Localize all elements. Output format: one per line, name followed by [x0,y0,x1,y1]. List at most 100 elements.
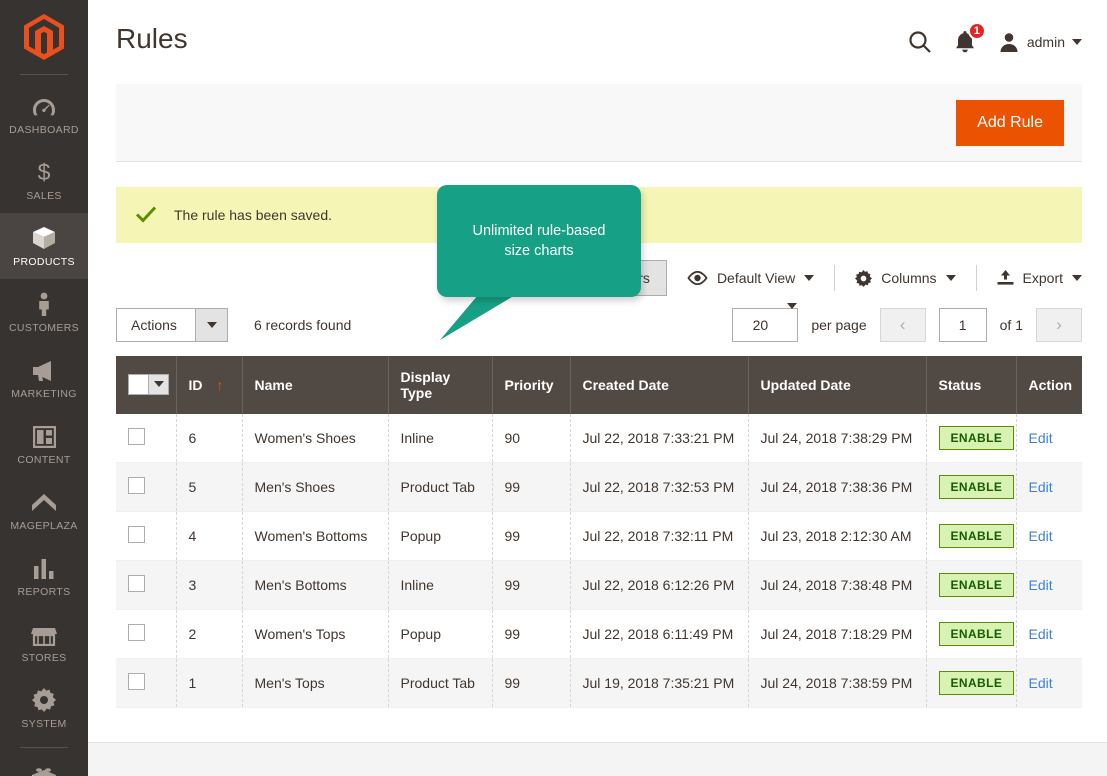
callout-text: Unlimited rule-based size charts [459,221,620,261]
sidebar-item-find-partners[interactable]: FIND PARTNERS & EXTENSIONS [0,754,88,776]
edit-link[interactable]: Edit [1029,626,1053,642]
row-checkbox[interactable] [128,477,145,494]
sidebar-item-marketing[interactable]: MARKETING [0,345,88,411]
sidebar-item-label: REPORTS [17,586,71,598]
row-cell-id: 6 [176,414,243,463]
megaphone-icon [31,356,57,382]
chevron-down-icon[interactable] [148,374,168,394]
sidebar-item-sales[interactable]: $ SALES [0,147,88,213]
sidebar-item-products[interactable]: PRODUCTS [0,213,88,279]
edit-link[interactable]: Edit [1029,528,1053,544]
sidebar-item-label: STORES [21,652,67,664]
sidebar-item-stores[interactable]: STORES [0,609,88,675]
row-checkbox[interactable] [128,575,145,592]
previous-page-button[interactable]: ‹ [879,308,926,342]
sidebar-item-mageplaza[interactable]: MAGEPLAZA [0,477,88,543]
column-header-priority[interactable]: Priority [492,356,571,414]
feature-callout: Unlimited rule-based size charts [437,185,641,297]
row-cell-display-type: Product Tab [388,658,493,708]
sidebar-divider-bottom [20,747,68,748]
sidebar-item-system[interactable]: SYSTEM [0,675,88,741]
row-cell-name: Men's Bottoms [242,560,389,610]
row-checkbox-cell [116,462,177,512]
row-cell-created-date: Jul 22, 2018 6:12:26 PM [570,560,749,610]
row-cell-status: ENABLE [926,462,1017,512]
sidebar-divider-top [20,74,68,75]
edit-link[interactable]: Edit [1029,675,1053,691]
column-header-checkbox[interactable] [116,356,177,414]
header-actions: 1 admin [908,22,1082,54]
box-icon [31,224,57,250]
select-all-dropdown[interactable] [128,373,169,395]
row-cell-id: 3 [176,560,243,610]
row-checkbox-cell [116,609,177,659]
edit-link[interactable]: Edit [1029,577,1053,593]
row-cell-display-type: Inline [388,414,493,463]
next-page-button[interactable]: › [1036,308,1082,342]
row-checkbox[interactable] [128,624,145,641]
default-view-label: Default View [716,270,796,286]
admin-user-menu[interactable]: admin [998,31,1082,53]
column-header-created-date[interactable]: Created Date [570,356,749,414]
table-row: 6 Women's Shoes Inline 90 Jul 22, 2018 7:33:… [116,414,1082,463]
edit-link[interactable]: Edit [1029,479,1053,495]
row-cell-priority: 90 [492,414,571,463]
search-icon[interactable] [908,30,932,54]
notifications-button[interactable]: 1 [954,22,986,54]
row-cell-priority: 99 [492,511,571,561]
current-page-input[interactable] [938,308,987,342]
sidebar-item-dashboard[interactable]: DASHBOARD [0,81,88,147]
columns-selector[interactable]: Columns [835,265,975,291]
rules-grid: ID ↑ Name Display Type Priority Created … [116,356,1082,708]
row-cell-action: Edit [1016,462,1082,512]
row-cell-status: ENABLE [926,560,1017,610]
person-icon [36,290,52,316]
admin-user-name: admin [1026,34,1065,50]
column-header-name[interactable]: Name [242,356,389,414]
page-footer [88,742,1107,776]
per-page-dropdown[interactable]: 20 [732,303,799,342]
row-cell-action: Edit [1016,609,1082,659]
row-checkbox-cell [116,560,177,610]
column-header-updated-date[interactable]: Updated Date [748,356,927,414]
column-header-id[interactable]: ID ↑ [176,356,243,414]
sidebar-item-reports[interactable]: REPORTS [0,543,88,609]
success-message-text: The rule has been saved. [174,207,332,223]
row-cell-name: Men's Shoes [242,462,389,512]
add-rule-button[interactable]: Add Rule [956,99,1064,146]
select-all-checkbox[interactable] [129,374,148,394]
magento-logo[interactable] [0,0,88,74]
row-checkbox[interactable] [128,673,145,690]
gear-icon [32,686,56,712]
actions-dropdown[interactable]: Actions [116,308,228,342]
chevron-down-icon [1072,275,1082,281]
row-cell-priority: 99 [492,658,571,708]
sidebar-item-customers[interactable]: CUSTOMERS [0,279,88,345]
export-selector[interactable]: Export [977,265,1082,291]
row-cell-id: 5 [176,462,243,512]
default-view-selector[interactable]: Default View [667,265,834,291]
row-cell-action: Edit [1016,658,1082,708]
column-header-display-type[interactable]: Display Type [388,356,493,414]
row-cell-name: Women's Bottoms [242,511,389,561]
sidebar-item-label: MAGEPLAZA [10,520,78,532]
column-header-status[interactable]: Status [926,356,1017,414]
row-checkbox-cell [116,414,177,463]
row-cell-created-date: Jul 22, 2018 7:33:21 PM [570,414,749,463]
row-cell-display-type: Product Tab [388,462,493,512]
row-cell-created-date: Jul 19, 2018 7:35:21 PM [570,658,749,708]
row-checkbox[interactable] [128,428,145,445]
row-checkbox[interactable] [128,526,145,543]
sidebar-item-content[interactable]: CONTENT [0,411,88,477]
bar-chart-icon [33,554,55,580]
chevron-down-icon [945,275,956,281]
row-cell-created-date: Jul 22, 2018 7:32:53 PM [570,462,749,512]
page-actions-panel: Add Rule [116,84,1082,162]
records-found-label: 6 records found [254,317,352,333]
upload-icon [997,270,1014,285]
row-checkbox-cell [116,658,177,708]
row-cell-status: ENABLE [926,609,1017,659]
table-row: 4 Women's Bottoms Popup 99 Jul 22, 2018 7:32… [116,511,1082,561]
status-badge: ENABLE [938,671,1015,695]
edit-link[interactable]: Edit [1029,430,1053,446]
